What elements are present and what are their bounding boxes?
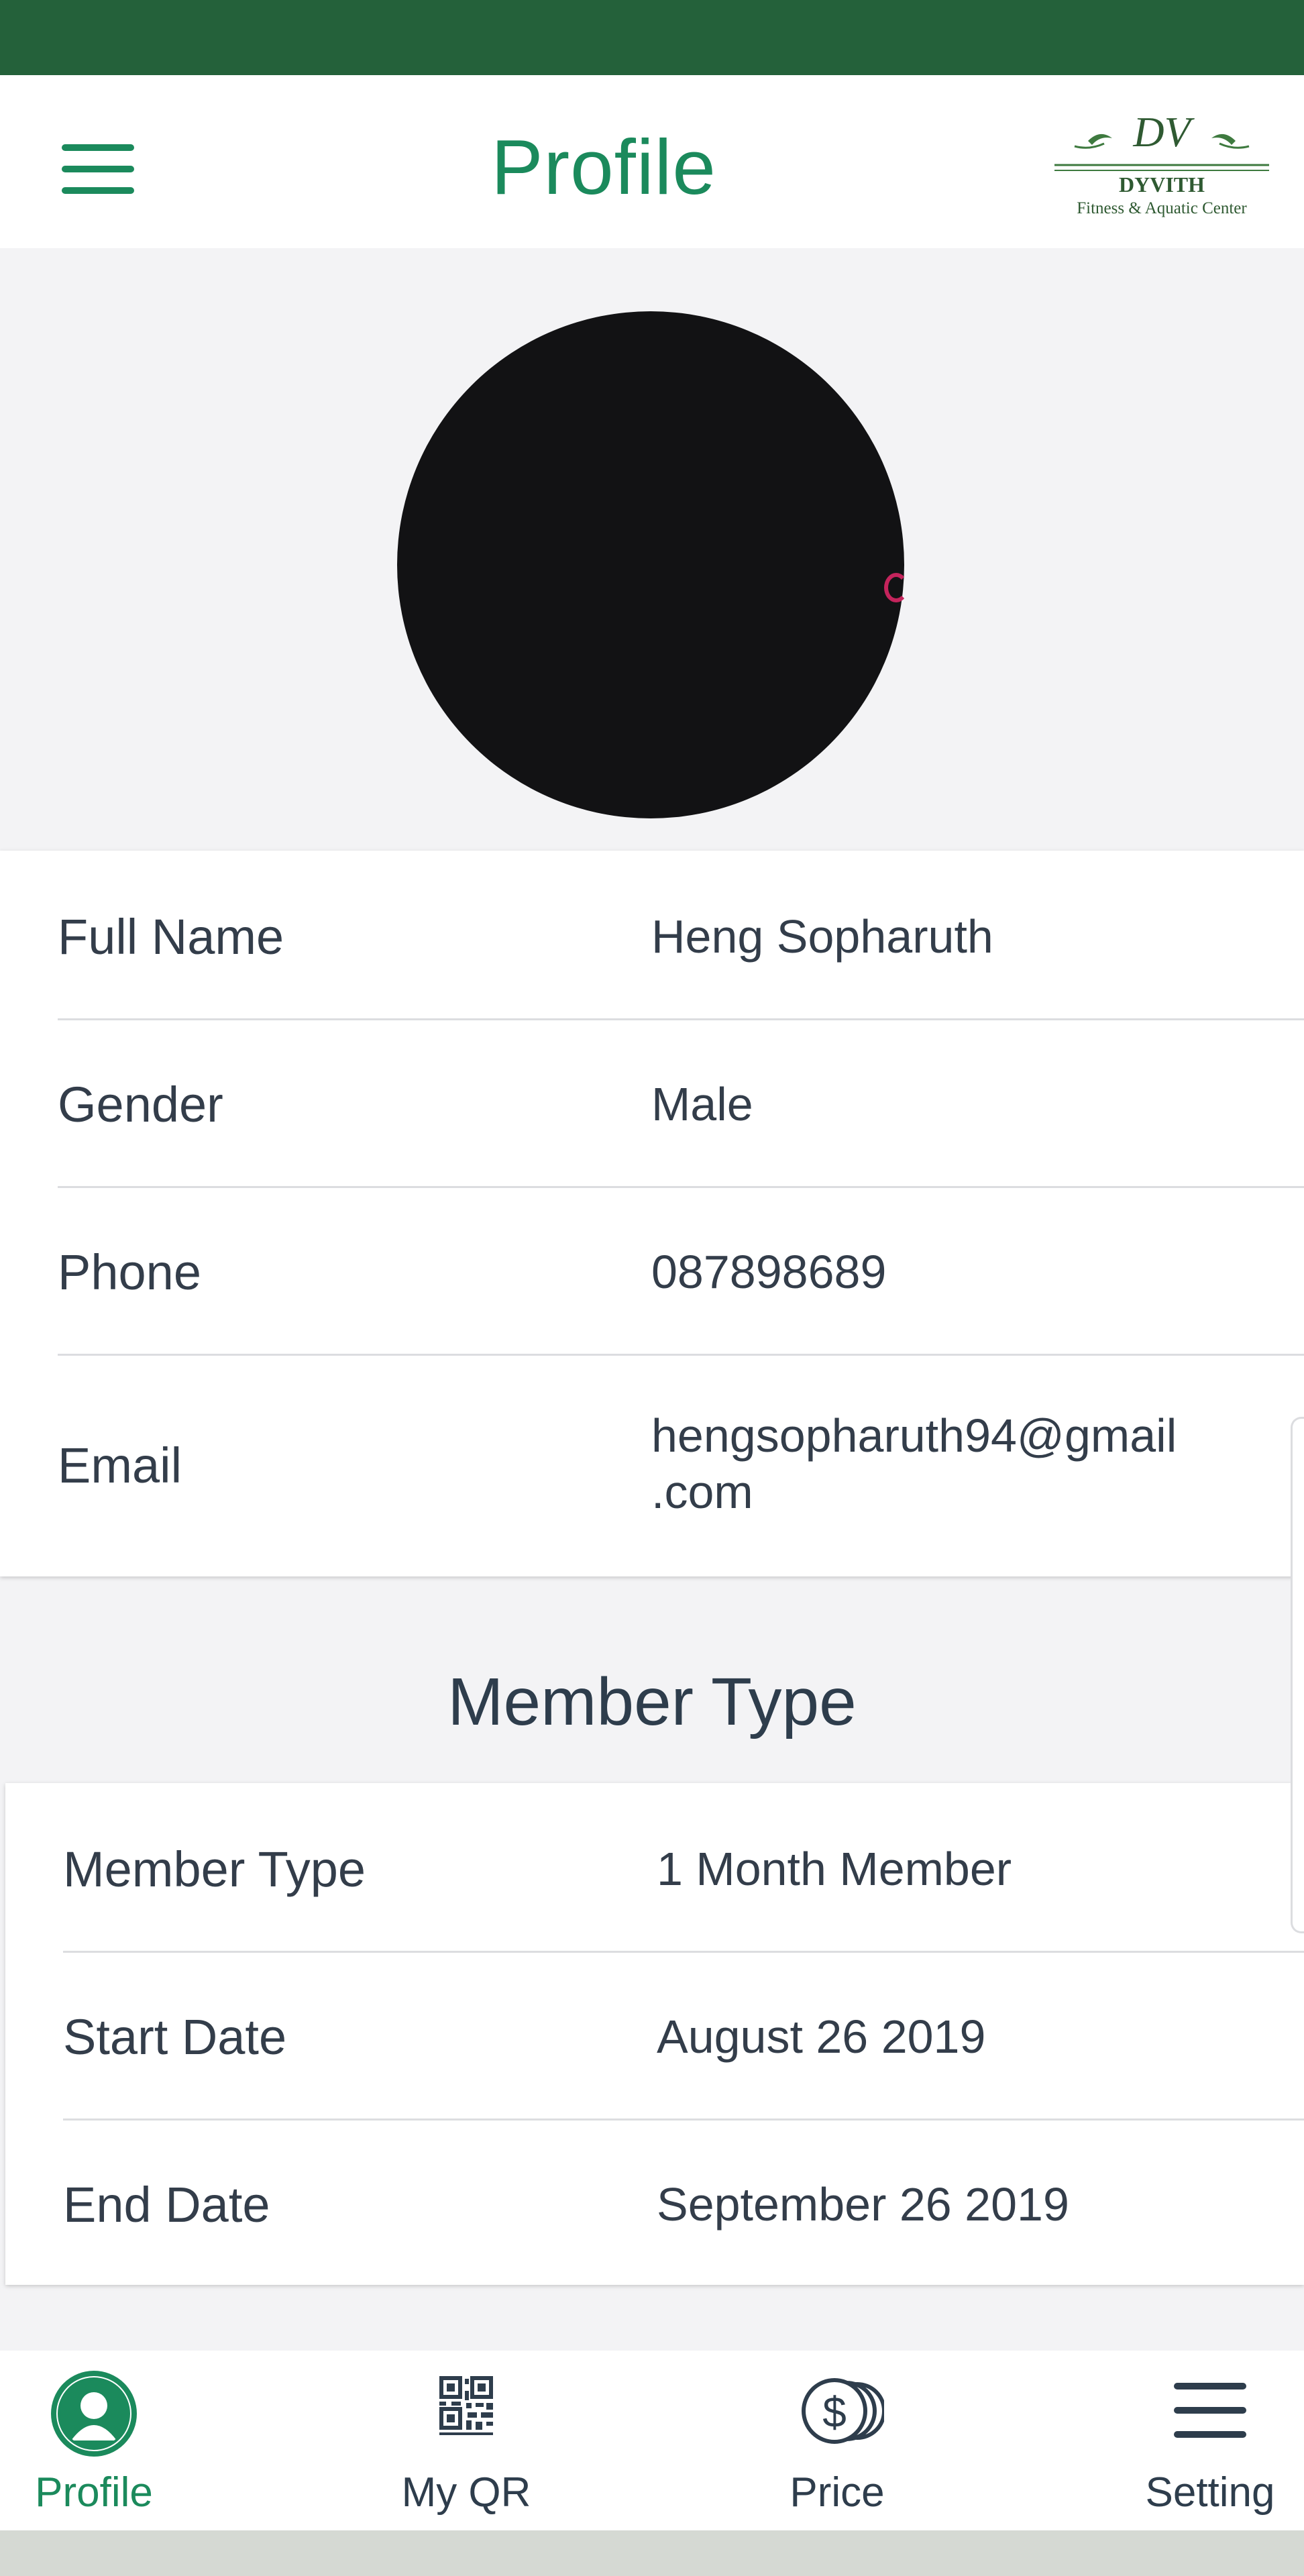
profile-icon: [51, 2371, 137, 2457]
avatar[interactable]: [397, 311, 904, 818]
profile-info-card: Full Name Heng Sopharuth Gender Male Pho…: [0, 851, 1304, 1576]
avatar-area: [0, 248, 1304, 852]
nav-item-profile[interactable]: Profile: [0, 2351, 228, 2530]
profile-row-email: Email hengsopharuth94@gmail .com: [58, 1354, 1304, 1576]
page-title: Profile: [491, 123, 716, 211]
member-type-heading: Member Type: [447, 1664, 857, 1739]
system-navigation-bar: [0, 2530, 1304, 2576]
row-label: End Date: [63, 2177, 270, 2233]
row-label: Full Name: [58, 909, 284, 965]
profile-row-gender: Gender Male: [58, 1018, 1304, 1188]
row-label: Phone: [58, 1244, 201, 1300]
logo-tagline: Fitness & Aquatic Center: [1077, 199, 1247, 217]
member-row-end-date: End Date September 26 2019: [63, 2118, 1304, 2285]
nav-label: Setting: [1145, 2469, 1275, 2516]
brand-logo: DV DYVITH Fitness & Aquatic Center: [1054, 108, 1269, 217]
menu-icon: [1174, 2383, 1246, 2438]
coins-icon: $: [802, 2378, 884, 2444]
member-row-type: Member Type 1 Month Member: [63, 1783, 1304, 1953]
scrollbar[interactable]: [1291, 1417, 1304, 1933]
membership-card: Member Type 1 Month Member Start Date Au…: [5, 1783, 1304, 2285]
row-label: Start Date: [63, 2009, 287, 2065]
svg-text:$: $: [822, 2388, 847, 2436]
row-value: 087898689: [651, 1246, 887, 1298]
status-bar: [0, 0, 1304, 75]
profile-row-phone: Phone 087898689: [58, 1186, 1304, 1356]
nav-item-my-qr[interactable]: My QR: [332, 2351, 600, 2530]
row-value: Heng Sopharuth: [651, 910, 993, 963]
row-label: Member Type: [63, 1841, 366, 1897]
nav-label: Price: [790, 2469, 885, 2516]
row-label: Gender: [58, 1077, 223, 1132]
row-value: August 26 2019: [657, 2010, 986, 2063]
profile-row-full-name: Full Name Heng Sopharuth: [58, 851, 1304, 1020]
nav-label: Profile: [35, 2469, 153, 2516]
row-label: Email: [58, 1438, 182, 1493]
avatar-edit-indicator: [884, 573, 908, 602]
nav-item-setting[interactable]: Setting: [1076, 2351, 1304, 2530]
logo-monogram: DV: [1132, 108, 1195, 156]
row-value: 1 Month Member: [657, 1843, 1012, 1895]
row-value: Male: [651, 1078, 753, 1130]
row-value: hengsopharuth94@gmail .com: [651, 1409, 1177, 1518]
qr-code-icon: [439, 2376, 493, 2435]
bottom-nav: Profile My QR $ Price Setting: [0, 2351, 1304, 2530]
member-row-start-date: Start Date August 26 2019: [63, 1951, 1304, 2121]
row-value: September 26 2019: [657, 2178, 1069, 2231]
app-bar: Profile DV DYVITH Fitness & Aquatic Cent…: [0, 75, 1304, 248]
nav-item-price[interactable]: $ Price: [703, 2351, 971, 2530]
logo-name: DYVITH: [1119, 172, 1205, 197]
nav-label: My QR: [401, 2469, 531, 2516]
